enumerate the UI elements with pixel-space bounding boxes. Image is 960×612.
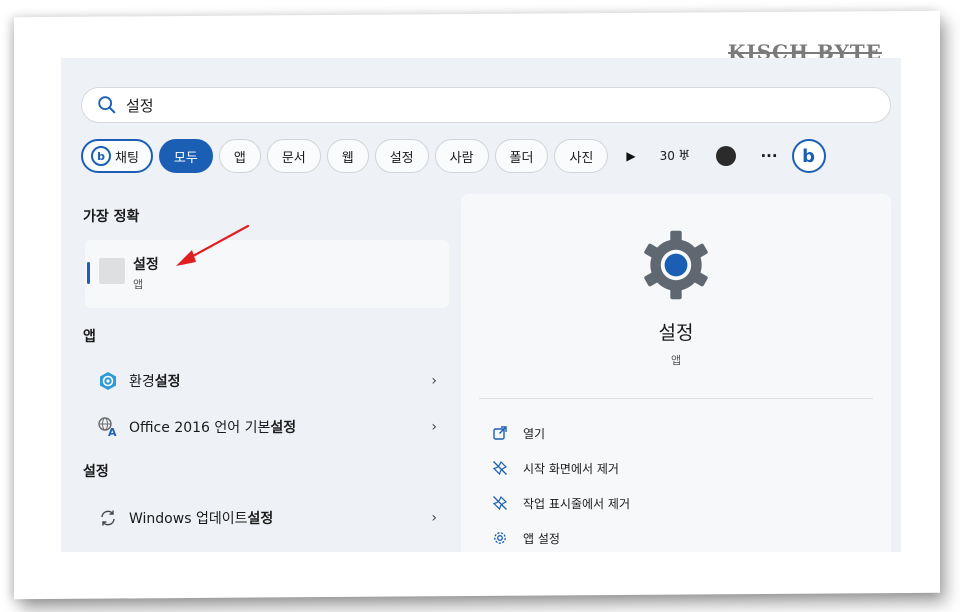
language-icon: A <box>97 416 119 438</box>
chip-settings[interactable]: 설정 <box>374 139 429 173</box>
list-item-label: 환경 <box>129 374 155 390</box>
action-label: 앱 설정 <box>523 531 560 546</box>
chip-people[interactable]: 사람 <box>434 139 489 173</box>
list-item-label-match: 설정 <box>270 420 297 436</box>
detail-divider <box>479 398 873 399</box>
chip-folders[interactable]: 폴더 <box>494 139 549 173</box>
chip-all[interactable]: 모두 <box>158 139 213 173</box>
chip-web[interactable]: 웹 <box>326 139 369 173</box>
detail-kind: 앱 <box>670 354 682 367</box>
detail-title: 설정 <box>658 322 694 344</box>
unpin-icon <box>491 494 509 512</box>
list-item-windows-update-settings[interactable]: Windows 업데이트 설정 › <box>97 506 437 530</box>
bing-icon[interactable]: b <box>791 139 826 173</box>
more-chips-arrow-icon[interactable]: ▶ <box>626 149 635 163</box>
bing-chat-icon: b <box>91 146 111 166</box>
account-avatar[interactable] <box>716 146 737 166</box>
list-item-environment-settings[interactable]: 환경 설정 › <box>97 369 437 393</box>
chat-chip[interactable]: b 채팅 <box>81 139 153 173</box>
action-label: 시작 화면에서 제거 <box>523 461 619 476</box>
action-unpin-start[interactable]: 시작 화면에서 제거 <box>491 457 619 479</box>
rewards-points-value: 30 <box>659 149 675 163</box>
list-item-label-match: 설정 <box>247 511 274 527</box>
trophy-icon: ♅ <box>677 148 691 164</box>
chevron-right-icon[interactable]: › <box>431 373 437 389</box>
chip-documents[interactable]: 문서 <box>266 139 321 173</box>
action-app-settings[interactable]: 앱 설정 <box>491 527 560 549</box>
more-options-icon[interactable]: ··· <box>760 147 777 165</box>
filter-chips: b 채팅 모두 앱 문서 웹 설정 사람 폴더 사진 ▶ 30 ♅ ··· b <box>81 138 826 174</box>
chevron-right-icon[interactable]: › <box>431 419 437 435</box>
selection-indicator <box>87 262 90 284</box>
detail-pane: 설정 앱 열기 시작 화면에서 제거 작업 표시줄에서 제거 앱 설정 <box>461 194 891 552</box>
action-unpin-taskbar[interactable]: 작업 표시줄에서 제거 <box>491 492 630 514</box>
annotation-arrow <box>176 224 250 266</box>
search-icon <box>98 96 116 114</box>
search-input[interactable] <box>126 96 826 114</box>
environment-settings-icon <box>97 370 119 392</box>
apps-header: 앱 <box>83 329 96 345</box>
sync-icon <box>97 507 119 529</box>
search-window: b 채팅 모두 앱 문서 웹 설정 사람 폴더 사진 ▶ 30 ♅ ··· b … <box>61 58 901 552</box>
chevron-right-icon[interactable]: › <box>431 510 437 526</box>
list-item-label: Windows 업데이트 <box>129 511 248 527</box>
chat-chip-label: 채팅 <box>115 150 139 166</box>
open-external-icon <box>491 424 509 442</box>
action-open[interactable]: 열기 <box>491 422 545 444</box>
svg-text:A: A <box>108 426 117 438</box>
settings-gear-icon <box>644 230 708 300</box>
search-box[interactable] <box>81 87 891 123</box>
unpin-icon <box>491 459 509 477</box>
rewards-points[interactable]: 30 ♅ <box>660 148 691 164</box>
gear-icon <box>491 529 509 547</box>
action-label: 작업 표시줄에서 제거 <box>523 496 630 511</box>
list-item-label: Office 2016 언어 기본 <box>129 420 271 436</box>
chip-apps[interactable]: 앱 <box>218 139 261 173</box>
list-item-label-match: 설정 <box>154 374 181 390</box>
settings-header: 설정 <box>83 464 109 480</box>
chip-photos[interactable]: 사진 <box>554 139 609 173</box>
list-item-office-language-settings[interactable]: A Office 2016 언어 기본 설정 › <box>97 415 437 439</box>
action-label: 열기 <box>523 426 546 441</box>
